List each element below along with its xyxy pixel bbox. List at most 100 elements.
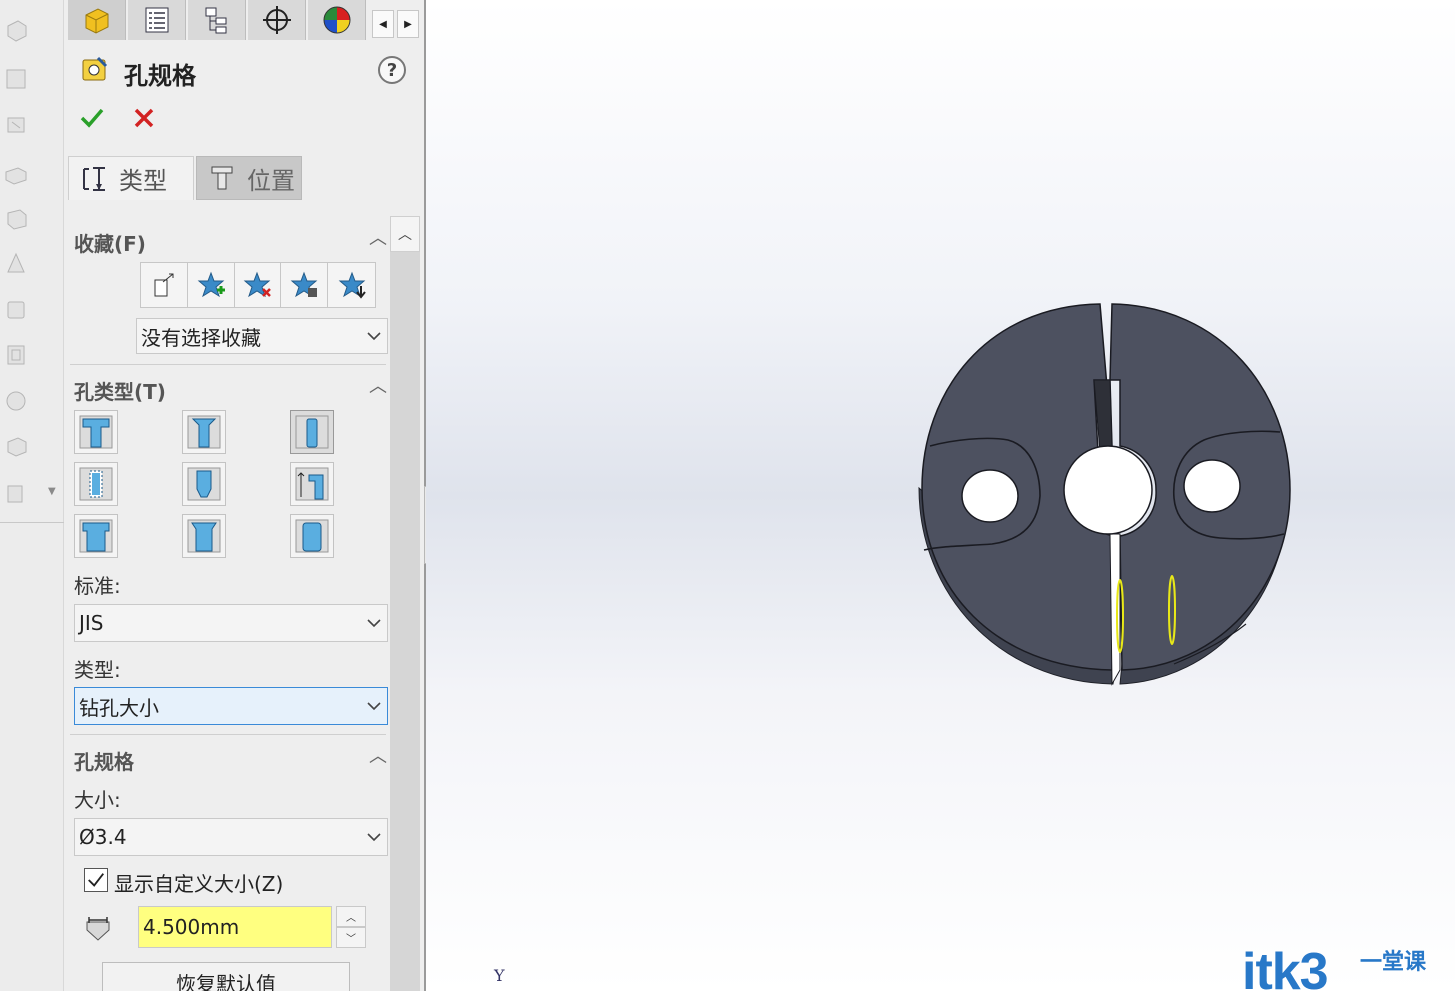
- feature-icon-8[interactable]: [4, 342, 28, 368]
- tab-display-manager[interactable]: [308, 0, 366, 40]
- ok-check-icon[interactable]: [78, 104, 106, 132]
- diameter-increase-button[interactable]: ︿: [336, 906, 366, 927]
- checkmark-icon: [88, 873, 104, 887]
- cancel-x-icon[interactable]: [130, 104, 158, 132]
- graphics-viewport[interactable]: [426, 0, 1455, 991]
- feature-icon-1[interactable]: [4, 18, 28, 44]
- pipe-tap-button[interactable]: [182, 462, 226, 506]
- custom-size-label[interactable]: 显示自定义大小(Z): [114, 868, 283, 897]
- collapse-hole-type-icon[interactable]: ︿: [366, 378, 390, 396]
- feature-icon-5[interactable]: [4, 206, 28, 232]
- type-select[interactable]: 钻孔大小: [74, 687, 388, 725]
- counterbore-slot-icon: [79, 519, 113, 553]
- feature-icon-11[interactable]: [4, 480, 28, 506]
- counterbore-button[interactable]: [74, 410, 118, 454]
- part-model[interactable]: [426, 0, 1455, 991]
- diameter-icon: [86, 917, 110, 941]
- watermark-logo: itk3: [1242, 943, 1329, 991]
- feature-icon-4[interactable]: [4, 160, 28, 186]
- feature-icon-2[interactable]: [4, 66, 28, 92]
- hole-wizard-icon: [82, 56, 108, 81]
- collapse-favorites-icon[interactable]: ︿: [366, 230, 390, 248]
- size-select-value: Ø3.4: [79, 825, 127, 849]
- tab-position[interactable]: 位置: [196, 156, 302, 200]
- standard-select-value: JIS: [79, 611, 104, 635]
- help-icon[interactable]: ?: [378, 56, 406, 84]
- feature-icon-6[interactable]: [4, 250, 28, 276]
- chevron-down-icon: [367, 833, 381, 842]
- standard-select[interactable]: JIS: [74, 604, 388, 642]
- diameter-input[interactable]: 4.500mm: [138, 906, 332, 948]
- hole-type-icon: [83, 166, 105, 191]
- tab-property-manager[interactable]: [128, 0, 186, 40]
- property-list-icon: [145, 7, 168, 33]
- simple-hole-icon: [295, 415, 329, 449]
- feature-tree-strip: ▼: [0, 0, 64, 991]
- delete-favorite-button[interactable]: [234, 263, 282, 307]
- load-favorite-star-icon: [338, 271, 366, 299]
- crosshair-icon: [262, 6, 291, 34]
- tab-configuration-manager[interactable]: [188, 0, 246, 40]
- delete-favorite-star-icon: [244, 271, 272, 298]
- counterbore-slot-button[interactable]: [74, 514, 118, 558]
- scroll-up-button[interactable]: ︿: [390, 216, 420, 252]
- chevron-down-icon[interactable]: ▼: [48, 486, 56, 497]
- restore-defaults-button[interactable]: 恢复默认值: [102, 962, 350, 991]
- section-divider: [70, 734, 386, 735]
- countersink-button[interactable]: [182, 410, 226, 454]
- chevron-down-icon: [367, 332, 381, 341]
- feature-icon-10[interactable]: [4, 434, 28, 460]
- save-favorite-star-icon: [290, 271, 318, 298]
- collapse-hole-spec-icon[interactable]: ︿: [366, 748, 390, 766]
- load-favorite-button[interactable]: [328, 263, 375, 307]
- tab-type-label: 类型: [119, 167, 167, 195]
- legacy-hole-icon: [295, 467, 329, 501]
- diameter-decrease-button[interactable]: ﹀: [336, 927, 366, 948]
- countersink-slot-button[interactable]: [182, 514, 226, 558]
- simple-hole-button[interactable]: [290, 410, 334, 454]
- tab-position-label: 位置: [247, 166, 295, 195]
- type-label: 类型:: [74, 658, 121, 682]
- countersink-hole-icon: [187, 415, 221, 449]
- panel-scrollbar[interactable]: ︿: [390, 216, 420, 991]
- section-divider: [70, 364, 386, 365]
- property-manager-panel: ◀ ▶ 孔规格 ? 类型 位置 ︿ 收藏(F) ︿ 没有选择收藏 孔类型(T) …: [64, 0, 424, 991]
- appearance-sphere-icon: [323, 6, 350, 34]
- custom-size-checkbox[interactable]: [84, 868, 108, 892]
- legacy-hole-button[interactable]: [290, 462, 334, 506]
- size-select[interactable]: Ø3.4: [74, 818, 388, 856]
- tab-type[interactable]: 类型: [68, 156, 194, 200]
- disc-part: [918, 303, 1291, 686]
- tapped-hole-button[interactable]: [74, 462, 118, 506]
- tapped-hole-icon: [79, 467, 113, 501]
- favorites-toolbar: [140, 262, 376, 308]
- chevron-down-icon: [367, 619, 381, 628]
- feature-icon-9[interactable]: [4, 388, 28, 414]
- configuration-tree-icon: [205, 7, 226, 34]
- watermark-subtitle: 一堂课: [1360, 950, 1427, 975]
- slot-button[interactable]: [290, 514, 334, 558]
- tab-feature-manager[interactable]: [68, 0, 126, 40]
- standard-label: 标准:: [74, 574, 121, 598]
- size-label: 大小:: [74, 788, 121, 812]
- add-favorite-star-icon: [197, 271, 225, 298]
- slot-icon: [295, 519, 329, 553]
- apply-defaults-button[interactable]: [141, 263, 188, 307]
- favorites-select[interactable]: 没有选择收藏: [136, 318, 388, 354]
- hole-spec-section-header[interactable]: 孔规格: [74, 746, 134, 775]
- hole-type-section-header[interactable]: 孔类型(T): [74, 376, 166, 405]
- tab-dimxpert-manager[interactable]: [248, 0, 306, 40]
- page-title: 孔规格: [124, 62, 196, 90]
- tabs-scroll-left-button[interactable]: ◀: [372, 10, 394, 38]
- manager-tabs: ◀ ▶: [64, 0, 424, 40]
- save-favorite-button[interactable]: [281, 263, 329, 307]
- add-favorite-button[interactable]: [187, 263, 235, 307]
- countersink-slot-icon: [187, 519, 221, 553]
- hole-position-icon: [211, 166, 233, 190]
- feature-icon-3[interactable]: [4, 112, 28, 138]
- axis-triad-label: Y: [494, 966, 505, 985]
- tabs-scroll-right-button[interactable]: ▶: [397, 10, 419, 38]
- apply-defaults-icon: [154, 273, 174, 297]
- feature-icon-7[interactable]: [4, 296, 28, 322]
- favorites-section-header[interactable]: 收藏(F): [74, 228, 146, 257]
